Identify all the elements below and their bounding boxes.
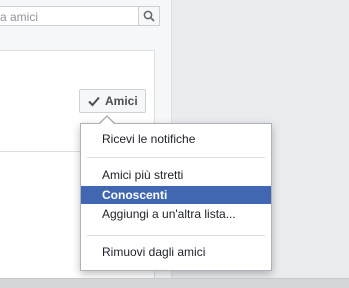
menu-item-add-to-list[interactable]: Aggiungi a un'altra lista... — [81, 205, 271, 223]
search-icon — [143, 10, 155, 22]
search-input-text: a amici — [0, 10, 39, 24]
search-input[interactable]: a amici — [0, 6, 160, 26]
menu-item-close-friends[interactable]: Amici più stretti — [81, 166, 271, 184]
search-button[interactable] — [138, 7, 159, 25]
menu-item-acquaintances[interactable]: Conoscenti — [81, 186, 271, 204]
menu-item-unfriend[interactable]: Rimuovi dagli amici — [81, 243, 271, 261]
menu-separator — [87, 157, 265, 158]
friends-button[interactable]: Amici — [79, 89, 146, 113]
dropdown-caret-fill — [100, 117, 114, 124]
friends-button-label: Amici — [105, 94, 138, 108]
menu-separator — [87, 235, 265, 236]
menu-item-notifications[interactable]: Ricevi le notifiche — [81, 130, 271, 148]
checkmark-icon — [88, 96, 100, 107]
friend-options-menu: Ricevi le notifiche Amici più stretti Co… — [80, 123, 272, 271]
